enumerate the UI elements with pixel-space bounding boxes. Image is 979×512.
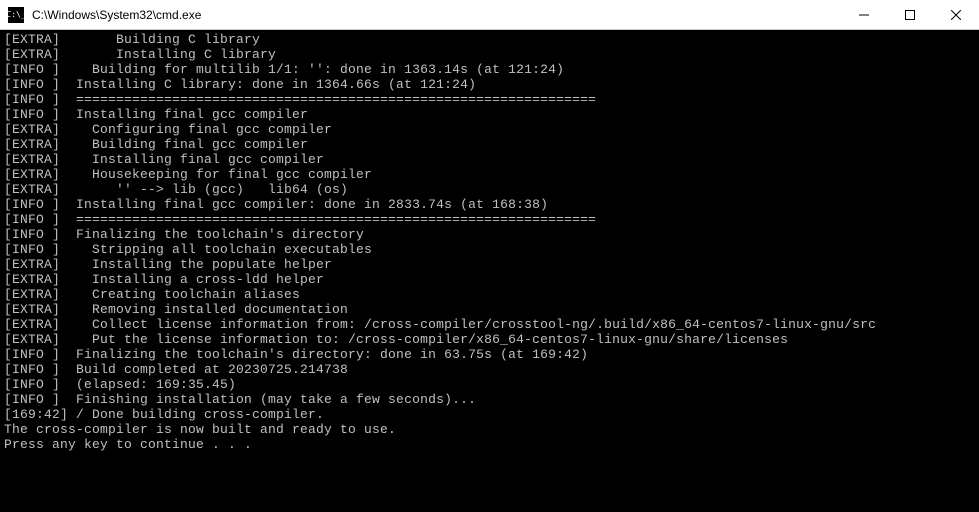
- terminal-line: [INFO ] Installing C library: done in 13…: [4, 77, 975, 92]
- window-title: C:\Windows\System32\cmd.exe: [30, 8, 841, 22]
- terminal-line: [EXTRA] Building C library: [4, 32, 975, 47]
- terminal-line: [INFO ] (elapsed: 169:35.45): [4, 377, 975, 392]
- terminal-line: [EXTRA] Creating toolchain aliases: [4, 287, 975, 302]
- terminal-line: [EXTRA] Installing final gcc compiler: [4, 152, 975, 167]
- terminal-line: [INFO ] ================================…: [4, 212, 975, 227]
- close-icon: [951, 10, 961, 20]
- terminal-line: [EXTRA] Configuring final gcc compiler: [4, 122, 975, 137]
- minimize-icon: [859, 10, 869, 20]
- title-bar: C:\_ C:\Windows\System32\cmd.exe: [0, 0, 979, 30]
- terminal-line: [INFO ] Finishing installation (may take…: [4, 392, 975, 407]
- terminal-line: [169:42] / Done building cross-compiler.: [4, 407, 975, 422]
- terminal-line: Press any key to continue . . .: [4, 437, 975, 452]
- terminal-line: [INFO ] Stripping all toolchain executab…: [4, 242, 975, 257]
- terminal-line: [INFO ] Build completed at 20230725.2147…: [4, 362, 975, 377]
- cmd-icon: C:\_: [8, 7, 24, 23]
- terminal-line: [EXTRA] Installing a cross-ldd helper: [4, 272, 975, 287]
- terminal-output[interactable]: [EXTRA] Building C library[EXTRA] Instal…: [0, 30, 979, 512]
- maximize-button[interactable]: [887, 0, 933, 29]
- terminal-line: [EXTRA] Building final gcc compiler: [4, 137, 975, 152]
- terminal-line: The cross-compiler is now built and read…: [4, 422, 975, 437]
- terminal-line: [EXTRA] Installing C library: [4, 47, 975, 62]
- terminal-line: [INFO ] Finalizing the toolchain's direc…: [4, 227, 975, 242]
- minimize-button[interactable]: [841, 0, 887, 29]
- terminal-line: [EXTRA] Collect license information from…: [4, 317, 975, 332]
- close-button[interactable]: [933, 0, 979, 29]
- terminal-line: [EXTRA] '' --> lib (gcc) lib64 (os): [4, 182, 975, 197]
- terminal-line: [EXTRA] Put the license information to: …: [4, 332, 975, 347]
- title-bar-controls: [841, 0, 979, 29]
- cmd-icon-text: C:\_: [6, 11, 25, 19]
- terminal-line: [INFO ] ================================…: [4, 92, 975, 107]
- terminal-line: [INFO ] Building for multilib 1/1: '': d…: [4, 62, 975, 77]
- terminal-line: [INFO ] Finalizing the toolchain's direc…: [4, 347, 975, 362]
- terminal-line: [EXTRA] Removing installed documentation: [4, 302, 975, 317]
- terminal-line: [INFO ] Installing final gcc compiler: [4, 107, 975, 122]
- terminal-line: [INFO ] Installing final gcc compiler: d…: [4, 197, 975, 212]
- terminal-line: [EXTRA] Housekeeping for final gcc compi…: [4, 167, 975, 182]
- terminal-line: [EXTRA] Installing the populate helper: [4, 257, 975, 272]
- maximize-icon: [905, 10, 915, 20]
